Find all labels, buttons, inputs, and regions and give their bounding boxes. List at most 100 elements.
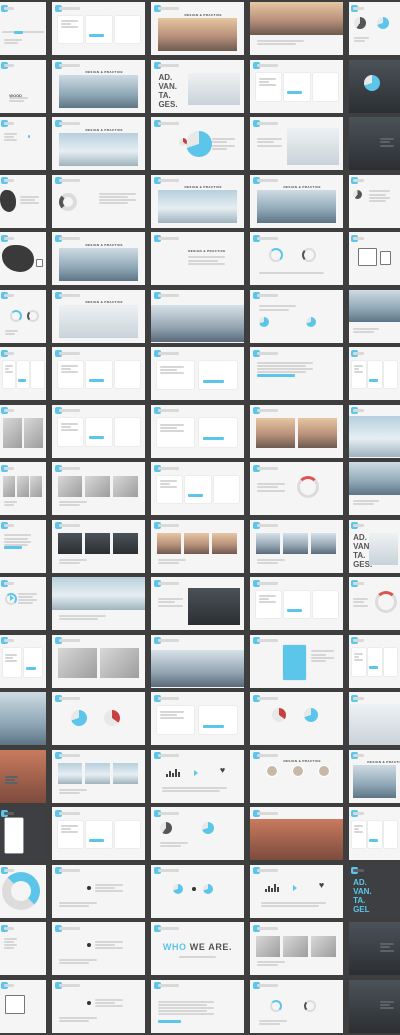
slide-thumbnail[interactable] xyxy=(250,117,343,170)
card-accent xyxy=(188,493,204,497)
slide-thumbnail[interactable] xyxy=(52,979,145,1033)
slide-thumbnail[interactable] xyxy=(0,519,46,573)
slide-thumbnail[interactable] xyxy=(52,174,145,228)
slide-photo xyxy=(255,935,280,957)
slide-thumbnail[interactable]: DESIGN & PRACTICE xyxy=(250,749,343,803)
slide-thumbnail[interactable] xyxy=(250,634,343,688)
slide-thumbnail[interactable]: AD. VAN. TA. GEL xyxy=(349,864,400,918)
slide-thumbnail[interactable] xyxy=(52,864,145,918)
slide-header-line xyxy=(353,811,365,815)
slide-thumbnail[interactable] xyxy=(349,289,400,343)
slide-thumbnail[interactable] xyxy=(52,347,145,400)
slide-thumbnail[interactable]: ♥ xyxy=(151,749,244,803)
slide-thumbnail[interactable] xyxy=(349,174,400,228)
slide-thumbnail[interactable] xyxy=(52,749,145,803)
slide-thumbnail[interactable]: DESIGN & PRACTICE xyxy=(52,117,145,170)
slide-thumbnail[interactable] xyxy=(349,404,400,458)
slide-thumbnail[interactable] xyxy=(0,404,46,458)
text-line xyxy=(4,776,19,778)
slide-thumbnail[interactable] xyxy=(250,692,343,745)
slide-thumbnail[interactable] xyxy=(250,59,343,113)
slide-thumbnail[interactable] xyxy=(250,232,343,285)
slide-thumbnail[interactable]: WOOD xyxy=(0,59,46,113)
slide-thumbnail[interactable] xyxy=(52,692,145,745)
slide-thumbnail[interactable] xyxy=(0,634,46,688)
slide-thumbnail[interactable] xyxy=(0,289,46,343)
slide-thumbnail[interactable] xyxy=(250,462,343,515)
slide-thumbnail[interactable] xyxy=(349,634,400,688)
slide-thumbnail[interactable] xyxy=(0,462,46,515)
slide-thumbnail[interactable] xyxy=(349,347,400,400)
slide-header-line xyxy=(158,869,179,873)
slide-thumbnail[interactable] xyxy=(0,864,46,918)
slide-thumbnail[interactable] xyxy=(151,634,244,688)
slide-thumbnail[interactable] xyxy=(151,404,244,458)
slide-thumbnail[interactable] xyxy=(0,922,46,975)
slide-thumbnail[interactable] xyxy=(0,347,46,400)
text-line xyxy=(257,486,278,489)
text-line xyxy=(20,195,39,198)
slide-thumbnail[interactable] xyxy=(151,807,244,860)
slide-thumbnail[interactable] xyxy=(349,577,400,630)
slide-thumbnail[interactable]: AD. VAN. TA. GES. xyxy=(349,519,400,573)
slide-thumbnail[interactable]: DESIGN & PRACTICE xyxy=(151,232,244,285)
slide-thumbnail[interactable] xyxy=(151,519,244,573)
slide-header-line xyxy=(59,409,80,413)
slide-thumbnail[interactable] xyxy=(349,117,400,170)
slide-thumbnail[interactable]: DESIGN & PRACTICE xyxy=(52,59,145,113)
slide-thumbnail[interactable]: DESIGN & PRACTICE xyxy=(151,174,244,228)
slide-thumbnail[interactable] xyxy=(151,864,244,918)
slide-thumbnail[interactable] xyxy=(52,404,145,458)
slide-thumbnail[interactable] xyxy=(0,577,46,630)
slide-thumbnail[interactable] xyxy=(250,979,343,1033)
slide-thumbnail[interactable] xyxy=(0,979,46,1033)
slide-thumbnail[interactable] xyxy=(52,462,145,515)
slide-thumbnail[interactable] xyxy=(0,749,46,803)
slide-thumbnail[interactable] xyxy=(52,519,145,573)
slide-thumbnail[interactable]: ♥ xyxy=(250,864,343,918)
slide-thumbnail[interactable] xyxy=(151,117,244,170)
slide-thumbnail[interactable]: DESIGN & PRACTICE xyxy=(250,174,343,228)
slide-thumbnail[interactable] xyxy=(349,979,400,1033)
slide-thumbnail[interactable] xyxy=(349,922,400,975)
slide-thumbnail[interactable] xyxy=(349,2,400,55)
slide-thumbnail[interactable]: DESIGN & PRACTICE xyxy=(52,232,145,285)
slide-thumbnail[interactable] xyxy=(52,577,145,630)
slide-thumbnail[interactable] xyxy=(151,289,244,343)
slide-thumbnail[interactable] xyxy=(250,404,343,458)
slide-thumbnail[interactable] xyxy=(151,979,244,1033)
slide-thumbnail[interactable] xyxy=(250,577,343,630)
slide-thumbnail[interactable]: WHO WE ARE. xyxy=(151,922,244,975)
slide-thumbnail[interactable]: DESIGN & PRACTICE xyxy=(52,289,145,343)
slide-thumbnail[interactable] xyxy=(0,232,46,285)
slide-thumbnail[interactable] xyxy=(250,289,343,343)
slide-thumbnail[interactable] xyxy=(151,347,244,400)
slide-thumbnail[interactable] xyxy=(349,692,400,745)
slide-thumbnail[interactable] xyxy=(0,117,46,170)
slide-thumbnail[interactable] xyxy=(151,577,244,630)
slide-thumbnail[interactable] xyxy=(52,634,145,688)
slide-thumbnail[interactable] xyxy=(52,922,145,975)
slide-thumbnail[interactable] xyxy=(349,807,400,860)
slide-thumbnail[interactable] xyxy=(250,922,343,975)
slide-thumbnail[interactable] xyxy=(52,807,145,860)
slide-thumbnail[interactable]: DESIGN & PRACTICE xyxy=(151,2,244,55)
slide-thumbnail[interactable] xyxy=(0,807,46,860)
slide-thumbnail[interactable] xyxy=(0,2,46,55)
slide-thumbnail[interactable] xyxy=(349,462,400,515)
slide-thumbnail[interactable] xyxy=(250,347,343,400)
text-line xyxy=(369,196,390,199)
slide-thumbnail[interactable] xyxy=(250,807,343,860)
slide-thumbnail[interactable] xyxy=(349,59,400,113)
slide-thumbnail[interactable] xyxy=(250,2,343,55)
slide-thumbnail[interactable] xyxy=(151,692,244,745)
text-line xyxy=(353,503,375,506)
slide-thumbnail[interactable] xyxy=(0,174,46,228)
slide-thumbnail[interactable] xyxy=(250,519,343,573)
slide-thumbnail[interactable]: AD. VAN. TA. GES. xyxy=(151,59,244,113)
slide-thumbnail[interactable] xyxy=(349,232,400,285)
slide-thumbnail[interactable] xyxy=(151,462,244,515)
slide-thumbnail[interactable] xyxy=(0,692,46,745)
slide-thumbnail[interactable]: DESIGN & PRACTICE xyxy=(349,749,400,803)
slide-thumbnail[interactable] xyxy=(52,2,145,55)
